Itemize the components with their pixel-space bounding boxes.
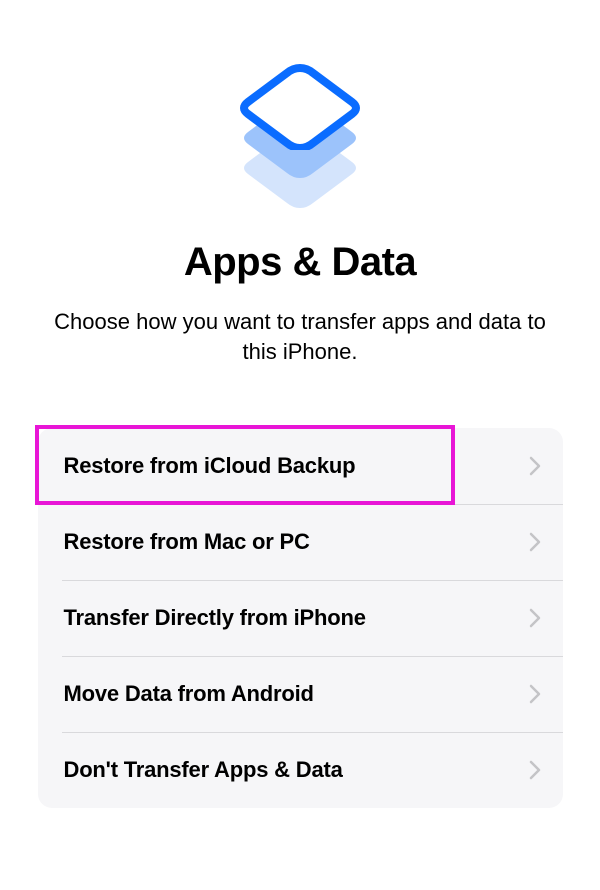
- chevron-right-icon: [529, 684, 541, 704]
- option-label: Move Data from Android: [64, 681, 314, 707]
- option-move-android[interactable]: Move Data from Android: [38, 656, 563, 732]
- options-list: Restore from iCloud Backup Restore from …: [38, 428, 563, 808]
- stacked-layers-icon: [235, 60, 365, 210]
- chevron-right-icon: [529, 760, 541, 780]
- chevron-right-icon: [529, 532, 541, 552]
- option-transfer-iphone[interactable]: Transfer Directly from iPhone: [38, 580, 563, 656]
- chevron-right-icon: [529, 608, 541, 628]
- option-restore-icloud[interactable]: Restore from iCloud Backup: [38, 428, 563, 504]
- option-label: Restore from Mac or PC: [64, 529, 310, 555]
- chevron-right-icon: [529, 456, 541, 476]
- page-title: Apps & Data: [184, 240, 416, 285]
- option-label: Transfer Directly from iPhone: [64, 605, 366, 631]
- option-label: Restore from iCloud Backup: [64, 453, 356, 479]
- page-subtitle: Choose how you want to transfer apps and…: [40, 307, 560, 366]
- option-dont-transfer[interactable]: Don't Transfer Apps & Data: [38, 732, 563, 808]
- option-label: Don't Transfer Apps & Data: [64, 757, 343, 783]
- option-restore-mac-pc[interactable]: Restore from Mac or PC: [38, 504, 563, 580]
